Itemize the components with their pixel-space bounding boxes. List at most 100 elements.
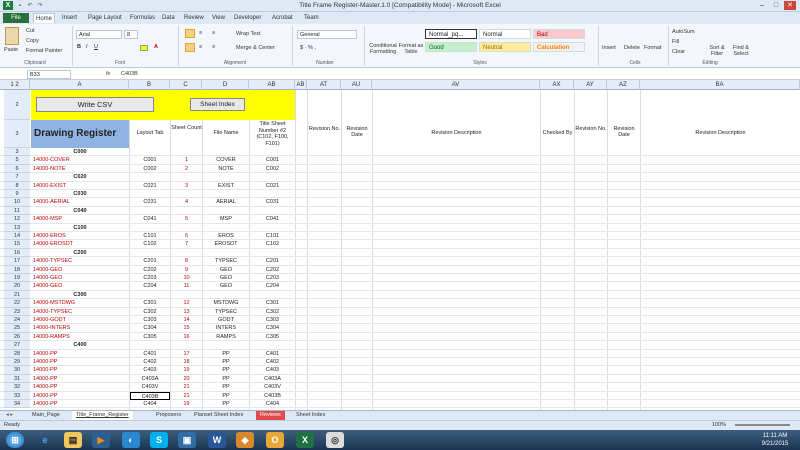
close-button[interactable]: ✕ xyxy=(784,1,796,10)
sheet-tab-planset-sheet-index[interactable]: Planset Sheet Index xyxy=(190,411,247,420)
file-name-cell[interactable]: INTERS xyxy=(203,324,249,332)
tab-developer[interactable]: Developer xyxy=(232,13,263,23)
layout-tab-cell[interactable]: C201 xyxy=(130,257,170,265)
app-icon[interactable]: ◎ xyxy=(326,432,344,448)
row-number[interactable]: 12 xyxy=(4,215,30,224)
row-number[interactable]: 22 xyxy=(4,299,30,308)
style-calculation[interactable]: Calculation xyxy=(533,42,585,52)
column-header-ba[interactable]: BA xyxy=(640,80,800,90)
zoom-slider[interactable] xyxy=(735,424,790,426)
layout-tab-cell[interactable]: C404 xyxy=(130,400,170,408)
table-row[interactable]: 16 C200 xyxy=(0,248,800,258)
word-icon[interactable]: W xyxy=(208,432,226,448)
sheet-count-cell[interactable]: 6 xyxy=(171,232,202,240)
table-row[interactable]: 28 14000-PP C401 17 PP C401 xyxy=(0,349,800,358)
title-sheet-cell[interactable]: C002 xyxy=(250,165,295,173)
explorer-icon[interactable]: ▤ xyxy=(64,432,82,448)
drawing-name-cell[interactable]: 14000-PP xyxy=(33,358,129,366)
style-neutral[interactable]: Neutral xyxy=(479,42,531,52)
table-row[interactable]: 33 14000-PP C403B 21 PP C403B xyxy=(0,391,800,400)
drawing-name-cell[interactable]: 14000-TYPSEC xyxy=(33,257,129,265)
sheet-count-cell[interactable]: 21 xyxy=(171,392,202,400)
file-name-cell[interactable]: MSP xyxy=(203,215,249,223)
table-row[interactable]: 5 14000-COVER C001 1 COVER C001 xyxy=(0,156,800,165)
format-cells-button[interactable]: Format xyxy=(644,45,661,51)
table-row[interactable]: 29 14000-PP C402 18 PP C402 xyxy=(0,358,800,367)
column-header-av[interactable]: AV xyxy=(372,80,540,90)
layout-tab-cell[interactable]: C041 xyxy=(130,215,170,223)
file-name-cell[interactable]: NOTE xyxy=(203,165,249,173)
table-row[interactable]: 22 14000-MSTDWG C301 12 MSTDWG C301 xyxy=(0,299,800,308)
layout-tab-cell[interactable]: C203 xyxy=(130,274,170,282)
file-name-cell[interactable]: GEO xyxy=(203,274,249,282)
section-label[interactable]: C000 xyxy=(31,148,129,156)
drawing-name-cell[interactable]: 14000-NOTE xyxy=(33,165,129,173)
title-sheet-cell[interactable]: C403V xyxy=(250,383,295,391)
table-row[interactable]: 8 14000-EXIST C021 3 EXIST C021 xyxy=(0,181,800,190)
drawing-name-cell[interactable]: 14000-EROS xyxy=(33,232,129,240)
section-label[interactable]: C040 xyxy=(31,207,129,215)
drawing-name-cell[interactable]: 14000-COVER xyxy=(33,156,129,164)
sheet-count-cell[interactable]: 1 xyxy=(171,156,202,164)
sheet-count-cell[interactable]: 2 xyxy=(171,165,202,173)
style-bad[interactable]: Bad xyxy=(533,29,585,39)
title-sheet-cell[interactable]: C041 xyxy=(250,215,295,223)
row-number[interactable]: 3 xyxy=(4,120,30,148)
row-number[interactable]: 13 xyxy=(4,223,30,232)
write-csv-button[interactable]: Write CSV xyxy=(36,97,154,112)
row-number[interactable]: 5 xyxy=(4,156,30,165)
font-color-icon[interactable]: A xyxy=(154,44,158,50)
drawing-name-cell[interactable]: 14000-PP xyxy=(33,366,129,374)
layout-tab-cell[interactable]: C403 xyxy=(130,366,170,374)
paste-icon[interactable] xyxy=(5,27,19,45)
format-as-table-button[interactable]: Format as Table xyxy=(398,43,424,55)
format-painter-button[interactable]: Format Painter xyxy=(26,48,62,54)
fill-button[interactable]: Fill xyxy=(672,39,679,45)
conditional-formatting-button[interactable]: Conditional Formatting xyxy=(367,43,399,55)
bold-icon[interactable]: B xyxy=(77,44,81,50)
file-name-cell[interactable]: PP xyxy=(203,350,249,358)
tab-file[interactable]: File xyxy=(3,13,29,23)
title-sheet-cell[interactable]: C102 xyxy=(250,240,295,248)
column-header-at[interactable]: AT xyxy=(307,80,341,90)
file-name-cell[interactable]: PP xyxy=(203,400,249,408)
sheet-count-cell[interactable]: 11 xyxy=(171,282,202,290)
title-sheet-cell[interactable]: C001 xyxy=(250,156,295,164)
row-number[interactable]: 20 xyxy=(4,282,30,291)
column-header-ax[interactable]: AX xyxy=(540,80,574,90)
title-sheet-cell[interactable]: C401 xyxy=(250,350,295,358)
file-name-cell[interactable]: PP xyxy=(203,383,249,391)
underline-icon[interactable]: U xyxy=(94,44,98,50)
table-row[interactable]: 11 C040 xyxy=(0,206,800,216)
drawing-name-cell[interactable]: 14000-TYPSEC xyxy=(33,308,129,316)
minimize-button[interactable]: – xyxy=(756,1,768,10)
row-number[interactable]: 6 xyxy=(4,164,30,174)
row-number[interactable]: 24 xyxy=(4,316,30,325)
drawing-name-cell[interactable]: 14000-PP xyxy=(33,383,129,391)
file-name-cell[interactable]: TYPSEC xyxy=(203,308,249,316)
sheet-index-button[interactable]: Sheet Index xyxy=(190,98,245,111)
file-name-cell[interactable]: PP xyxy=(203,358,249,366)
column-header-az[interactable]: AZ xyxy=(607,80,640,90)
title-sheet-cell[interactable]: C403 xyxy=(250,366,295,374)
row-number[interactable]: 34 xyxy=(4,400,30,409)
table-row[interactable]: 30 14000-PP C403 19 PP C403 xyxy=(0,366,800,375)
row-number[interactable]: 17 xyxy=(4,257,30,266)
table-row[interactable]: 9 C030 xyxy=(0,190,800,199)
file-name-cell[interactable]: EXIST xyxy=(203,182,249,190)
row-number[interactable]: 32 xyxy=(4,383,30,392)
row-number[interactable]: 31 xyxy=(4,374,30,384)
row-number[interactable]: 8 xyxy=(4,181,30,190)
title-sheet-cell[interactable]: C304 xyxy=(250,324,295,332)
row-number[interactable]: 11 xyxy=(4,206,30,216)
column-header-ay[interactable]: AY xyxy=(574,80,607,90)
row-number[interactable]: 26 xyxy=(4,332,30,342)
section-label[interactable]: C400 xyxy=(31,341,129,349)
sheet-count-cell[interactable]: 4 xyxy=(171,198,202,206)
row-number[interactable]: 29 xyxy=(4,358,30,367)
row-number[interactable]: 19 xyxy=(4,274,30,283)
table-row[interactable]: 6 14000-NOTE C002 2 NOTE C002 xyxy=(0,164,800,174)
drawing-name-cell[interactable]: 14000-GEO xyxy=(33,266,129,274)
internet-explorer-icon[interactable]: e xyxy=(36,432,54,448)
column-header-c[interactable]: C xyxy=(170,80,202,90)
